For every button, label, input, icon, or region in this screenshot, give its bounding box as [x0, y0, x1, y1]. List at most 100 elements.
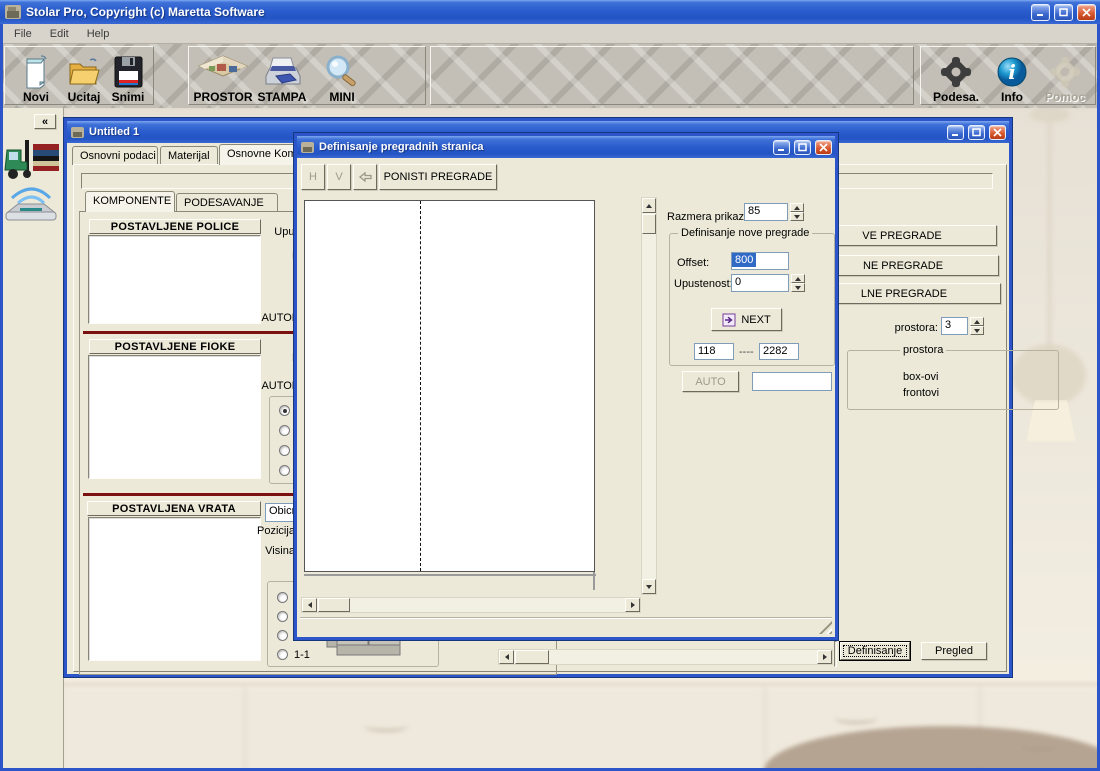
- scroll-down-icon[interactable]: [642, 579, 656, 594]
- spin-down-button[interactable]: [790, 212, 804, 221]
- menubar: File Edit Help: [0, 24, 1100, 44]
- maximize-button[interactable]: [1054, 4, 1073, 21]
- pomoc-button: Pomoc: [1039, 50, 1091, 103]
- vrata-radio-1-0[interactable]: [277, 630, 288, 641]
- range-to-field[interactable]: 2282: [759, 343, 799, 360]
- minimize-button[interactable]: [1031, 4, 1050, 21]
- mini-button[interactable]: MINI: [317, 50, 367, 103]
- scanner-icon[interactable]: [4, 184, 58, 224]
- spin-down-button[interactable]: [970, 326, 984, 335]
- snimi-button[interactable]: Snimi: [105, 50, 151, 103]
- vrata-visina-label: Visina:: [240, 545, 298, 557]
- canvas-vertical-scrollbar[interactable]: [641, 197, 657, 595]
- dialog-close-button[interactable]: [815, 140, 832, 155]
- razmera-label: Razmera prikaza:: [667, 211, 753, 223]
- vrata-list[interactable]: [88, 517, 261, 661]
- mdi-area: « Untitled 1 Osnovni podaci Materijal Os…: [0, 108, 1100, 771]
- vrata-radio-1-1[interactable]: [277, 649, 288, 660]
- file-toolbar-group: Novi Ucitaj Snimi: [4, 46, 154, 105]
- left-sidebar: «: [0, 108, 64, 771]
- razmera-spinner: [790, 203, 804, 221]
- ponisti-pregrade-button[interactable]: PONISTI PREGRADE: [379, 164, 497, 190]
- fioke-radio-1-0[interactable]: [279, 445, 290, 456]
- tab-materijal[interactable]: Materijal: [160, 146, 218, 165]
- window-frame-left: [0, 24, 3, 771]
- next-button[interactable]: NEXT: [711, 308, 782, 331]
- scroll-up-icon[interactable]: [642, 198, 656, 213]
- scroll-thumb[interactable]: [515, 650, 549, 664]
- fioke-radio-0-1[interactable]: [279, 425, 290, 436]
- scroll-right-icon[interactable]: [625, 598, 640, 612]
- new-document-icon: [19, 54, 53, 90]
- forklift-icon[interactable]: [3, 136, 61, 182]
- fioke-radio-1-1[interactable]: [279, 465, 290, 476]
- info-button[interactable]: i Info: [991, 50, 1033, 103]
- stampa-button[interactable]: STAMPA: [255, 50, 309, 103]
- menu-help[interactable]: Help: [79, 26, 118, 42]
- podesa-button[interactable]: Podesa.: [927, 50, 985, 103]
- app-titlebar: Stolar Pro, Copyright (c) Maretta Softwa…: [0, 0, 1100, 24]
- undo-pregrada-button: [353, 164, 377, 190]
- fioke-list[interactable]: [88, 355, 261, 479]
- tab-podesavanje[interactable]: PODESAVANJE: [176, 193, 278, 212]
- doc-minimize-button[interactable]: [947, 125, 964, 140]
- right-toolbar-group: Podesa. i Info Pomoc: [920, 46, 1096, 105]
- dialog-maximize-button[interactable]: [794, 140, 811, 155]
- tools-toolbar-group: PROSTOR STAMPA MINI: [188, 46, 426, 105]
- definisanje-button[interactable]: Definisanje: [840, 642, 910, 660]
- dialog-upustenost-field[interactable]: 0: [731, 274, 789, 292]
- nova-pregrada-group-label: Definisanje nove pregrade: [678, 227, 812, 239]
- vrata-radio-0-0[interactable]: [277, 592, 288, 603]
- pregled-button[interactable]: Pregled: [921, 642, 987, 660]
- scroll-left-icon[interactable]: [499, 650, 514, 664]
- spin-up-button[interactable]: [970, 317, 984, 326]
- menu-edit[interactable]: Edit: [42, 26, 77, 42]
- help-icon: [1047, 54, 1083, 90]
- doc-maximize-button[interactable]: [968, 125, 985, 140]
- info-icon: i: [995, 54, 1029, 90]
- prostor-button[interactable]: PROSTOR: [191, 50, 255, 103]
- prostora-spinner: [970, 317, 984, 335]
- sidebar-collapse-button[interactable]: «: [34, 114, 56, 129]
- tab-osnovni-podaci[interactable]: Osnovni podaci: [72, 146, 158, 165]
- offset-label: Offset:: [677, 257, 709, 269]
- dialog-minimize-button[interactable]: [773, 140, 790, 155]
- doc-close-button[interactable]: [989, 125, 1006, 140]
- vertical-pregrada-button: V: [327, 164, 351, 190]
- dialog-resize-grip[interactable]: [819, 621, 832, 634]
- main-toolbar: Novi Ucitaj Snimi PROSTOR STAMPA MI: [0, 44, 1100, 108]
- box-ovi-label[interactable]: box-ovi: [903, 371, 938, 383]
- prostora-field[interactable]: 3: [941, 317, 968, 335]
- spin-down-button[interactable]: [791, 283, 805, 292]
- ucitaj-button[interactable]: Ucitaj: [61, 50, 107, 103]
- canvas-horizontal-scrollbar[interactable]: [301, 597, 641, 613]
- next-arrow-icon: [722, 313, 736, 327]
- svg-text:i: i: [1008, 60, 1016, 84]
- novi-button[interactable]: Novi: [13, 50, 59, 103]
- razmera-field[interactable]: 85: [744, 203, 788, 221]
- doc-horizontal-scrollbar[interactable]: [498, 649, 833, 665]
- tab-komponente[interactable]: KOMPONENTE: [85, 191, 175, 212]
- range-from-field[interactable]: 118: [694, 343, 734, 360]
- spin-up-button[interactable]: [790, 203, 804, 212]
- canvas-right-edge: [593, 572, 595, 590]
- scroll-right-icon[interactable]: [817, 650, 832, 664]
- dialog-window-icon: [300, 140, 315, 155]
- frontovi-label[interactable]: frontovi: [903, 387, 939, 399]
- offset-field[interactable]: 800: [731, 252, 789, 270]
- close-button[interactable]: [1077, 4, 1096, 21]
- spin-up-button[interactable]: [791, 274, 805, 283]
- auto-result-field[interactable]: [752, 372, 832, 391]
- scroll-thumb[interactable]: [642, 214, 656, 234]
- prostora-label: prostora:: [857, 322, 938, 334]
- menu-file[interactable]: File: [6, 26, 40, 42]
- pregrade-canvas[interactable]: [304, 200, 595, 572]
- room-icon: [197, 54, 249, 90]
- pregrada-line[interactable]: [420, 201, 421, 571]
- footer-separator: [834, 641, 837, 667]
- fioke-radio-0-0[interactable]: [279, 405, 290, 416]
- scroll-left-icon[interactable]: [302, 598, 317, 612]
- police-list[interactable]: [88, 235, 261, 324]
- scroll-thumb[interactable]: [318, 598, 350, 612]
- vrata-radio-0-1[interactable]: [277, 611, 288, 622]
